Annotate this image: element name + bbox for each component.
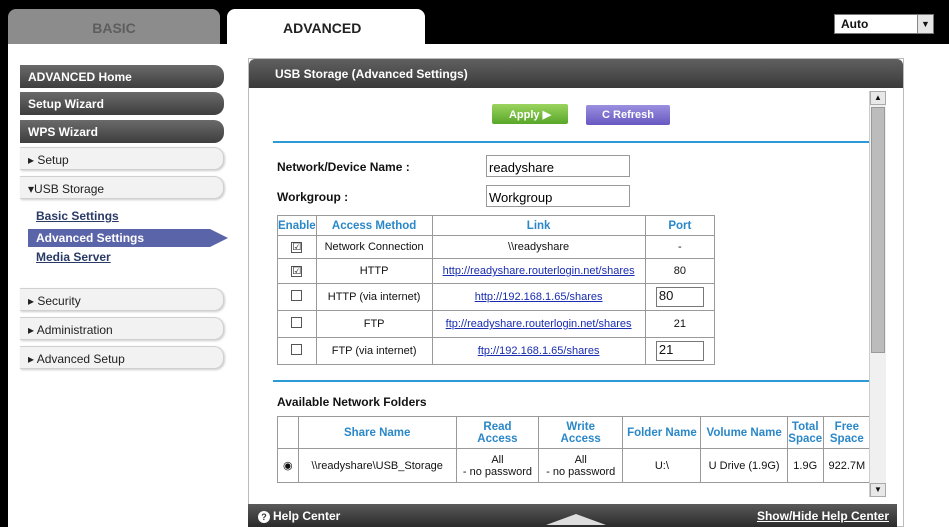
folder-name: U:\ — [622, 448, 702, 483]
port-value: 21 — [644, 310, 716, 338]
total-space: 1.9G — [786, 448, 824, 483]
sidebar-item-usb-storage[interactable]: ▾USB Storage — [20, 176, 224, 199]
enable-checkbox[interactable]: ☑ — [291, 266, 303, 277]
access-link[interactable]: http://192.168.1.65/shares — [475, 291, 603, 303]
show-hide-help-link[interactable]: Show/Hide Help Center — [757, 509, 889, 523]
main-area: ADVANCED Home Setup Wizard WPS Wizard ▸ … — [8, 44, 949, 527]
tab-basic[interactable]: BASIC — [8, 9, 220, 46]
col-folder-name: Folder Name — [622, 416, 702, 449]
access-link[interactable]: ftp://192.168.1.65/shares — [478, 345, 600, 357]
enable-checkbox[interactable] — [291, 317, 303, 328]
table-row: FTP ftp://readyshare.routerlogin.net/sha… — [277, 310, 716, 338]
read-access-line1: All — [491, 453, 504, 466]
language-selected: Auto — [841, 17, 869, 31]
panel-title: USB Storage (Advanced Settings) — [249, 59, 903, 88]
sidebar-item-security[interactable]: ▸ Security — [20, 288, 224, 311]
scroll-thumb[interactable] — [871, 107, 885, 353]
scroll-up-icon[interactable]: ▲ — [870, 91, 886, 105]
port-input[interactable]: 80 — [655, 287, 704, 307]
access-method: HTTP (via internet) — [315, 283, 433, 311]
col-write-access-line2: Access — [560, 432, 601, 445]
network-folders-table: Share Name Read Access Write Access Folder… — [277, 416, 872, 483]
table-row: ☑ HTTP http://readyshare.routerlogin.net… — [277, 258, 716, 284]
link-text: \\readyshare — [431, 235, 646, 259]
col-free-space: Free Space — [822, 416, 872, 449]
sidebar-item-administration[interactable]: ▸ Administration — [20, 317, 224, 340]
device-name-label: Network/Device Name : — [277, 160, 410, 174]
help-center-link[interactable]: ? Help Center — [258, 509, 340, 523]
col-port: Port — [644, 215, 716, 236]
sidebar-item-setup-wizard[interactable]: Setup Wizard — [20, 92, 224, 115]
col-read-access-line2: Access — [477, 432, 518, 445]
sidebar-item-wps-wizard[interactable]: WPS Wizard — [20, 120, 224, 143]
workgroup-input[interactable] — [486, 185, 630, 207]
col-total-line1: Total — [791, 420, 819, 433]
divider — [273, 141, 869, 143]
write-access-line2: - no password — [546, 465, 616, 478]
settings-panel: USB Storage (Advanced Settings) Apply ▶ … — [248, 58, 904, 527]
access-link[interactable]: ftp://readyshare.routerlogin.net/shares — [446, 318, 632, 330]
enable-checkbox[interactable] — [291, 344, 303, 355]
language-select[interactable]: Auto ▼ — [834, 14, 934, 34]
sidebar-item-advanced-home[interactable]: ADVANCED Home — [20, 65, 224, 88]
col-link: Link — [431, 215, 646, 236]
col-total-line2: Space — [788, 432, 823, 445]
enable-checkbox[interactable]: ☑ — [291, 242, 303, 253]
port-value: - — [644, 235, 716, 259]
chevron-down-icon[interactable]: ▼ — [917, 15, 933, 33]
access-method: Network Connection — [315, 235, 433, 259]
sidebar-subitem-media-server[interactable]: Media Server — [36, 250, 111, 264]
col-total-space: Total Space — [786, 416, 824, 449]
expand-triangle-icon[interactable] — [546, 514, 606, 525]
access-method: HTTP — [315, 258, 433, 284]
access-method-table: Enable Access Method Link Port ☑ Network… — [277, 215, 716, 365]
free-space: 922.7M — [822, 448, 872, 483]
share-name: \\readyshare\USB_Storage — [297, 448, 457, 483]
apply-button[interactable]: Apply ▶ — [492, 104, 568, 124]
table-row: ◉ \\readyshare\USB_Storage All - no passw… — [277, 448, 872, 483]
port-value: 80 — [644, 258, 716, 284]
col-share-name: Share Name — [297, 416, 457, 449]
col-enable: Enable — [277, 215, 317, 236]
table-row: FTP (via internet) ftp://192.168.1.65/sh… — [277, 337, 716, 365]
scroll-down-icon[interactable]: ▼ — [870, 483, 886, 497]
help-icon: ? — [258, 511, 270, 523]
sidebar-item-setup[interactable]: ▸ Setup — [20, 147, 224, 170]
folder-radio[interactable]: ◉ — [277, 448, 299, 483]
access-method: FTP (via internet) — [315, 337, 433, 365]
col-write-access-line1: Write — [566, 420, 595, 433]
volume-name: U Drive (1.9G) — [700, 448, 788, 483]
access-link[interactable]: http://readyshare.routerlogin.net/shares — [443, 265, 635, 277]
col-write-access: Write Access — [538, 416, 624, 449]
top-bar: BASIC ADVANCED Auto ▼ — [0, 0, 949, 46]
table-row: ☑ Network Connection \\readyshare - — [277, 235, 716, 259]
device-name-input[interactable] — [486, 155, 630, 177]
tab-advanced[interactable]: ADVANCED — [227, 9, 425, 46]
sidebar-subitem-advanced-settings[interactable]: Advanced Settings — [28, 229, 228, 247]
read-access-line2: - no password — [462, 465, 532, 478]
workgroup-label: Workgroup : — [277, 190, 349, 204]
col-volume-name: Volume Name — [700, 416, 788, 449]
refresh-button[interactable]: C Refresh — [586, 105, 670, 125]
divider — [273, 380, 869, 382]
col-free-line1: Free — [834, 420, 859, 433]
col-read-access: Read Access — [455, 416, 540, 449]
col-free-line2: Space — [829, 432, 864, 445]
port-input[interactable]: 21 — [655, 341, 704, 361]
col-read-access-line1: Read — [483, 420, 512, 433]
help-center-label: Help Center — [273, 509, 341, 523]
write-access-line1: All — [574, 453, 587, 466]
folders-title: Available Network Folders — [277, 395, 427, 409]
help-footer: ? Help Center Show/Hide Help Center — [248, 504, 897, 527]
table-row: HTTP (via internet) http://192.168.1.65/… — [277, 283, 716, 311]
scrollbar[interactable]: ▲ ▼ — [869, 91, 886, 497]
enable-checkbox[interactable] — [291, 290, 303, 301]
sidebar-item-advanced-setup[interactable]: ▸ Advanced Setup — [20, 346, 224, 369]
sidebar-subitem-basic-settings[interactable]: Basic Settings — [36, 209, 119, 223]
col-access-method: Access Method — [315, 215, 433, 236]
access-method: FTP — [315, 310, 433, 338]
